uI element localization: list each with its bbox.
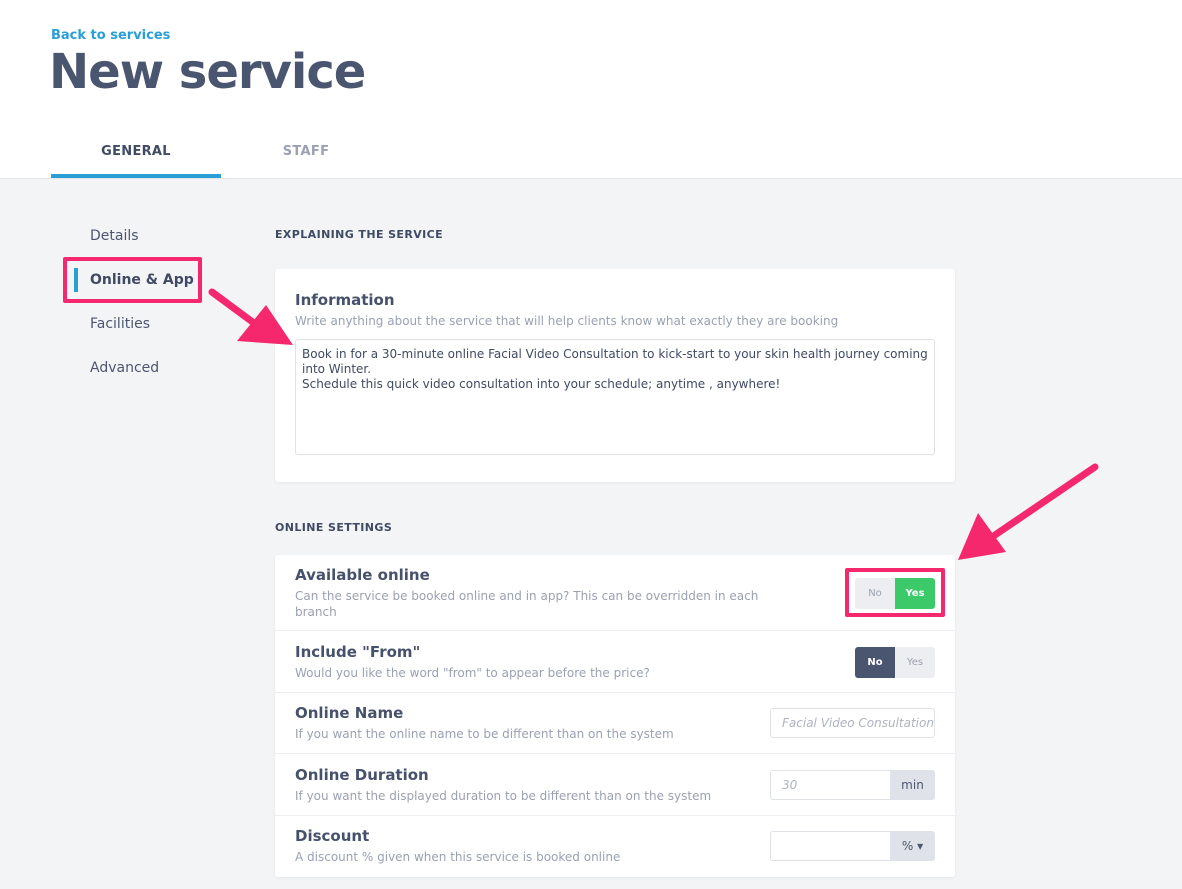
include-from-description: Would you like the word "from" to appear… [295, 666, 650, 680]
include-from-toggle[interactable]: No Yes [855, 647, 935, 678]
online-name-description: If you want the online name to be differ… [295, 727, 674, 741]
sidebar-item-advanced[interactable]: Advanced [90, 360, 159, 376]
highlight-box-available-toggle [845, 568, 945, 617]
available-online-title: Available online [295, 566, 430, 584]
row-divider [275, 815, 955, 816]
discount-unit-select[interactable]: % ▾ [890, 831, 935, 861]
discount-description: A discount % given when this service is … [295, 850, 621, 864]
online-duration-unit: min [890, 770, 935, 800]
arrow-to-toggle [958, 463, 1099, 560]
available-online-description: Can the service be booked online and in … [295, 589, 759, 619]
online-name-title: Online Name [295, 704, 404, 722]
online-duration-input[interactable]: 30 [770, 770, 890, 800]
information-title: Information [295, 291, 395, 309]
highlight-box-online-app [63, 257, 202, 303]
page-title: New service [49, 44, 366, 100]
information-card: Information Write anything about the ser… [275, 269, 955, 482]
tab-general[interactable]: GENERAL [51, 132, 221, 178]
back-to-services-link[interactable]: Back to services [51, 28, 170, 43]
sidebar-item-details[interactable]: Details [90, 228, 139, 244]
page-header: Back to services New service GENERAL STA… [0, 0, 1182, 179]
online-name-input[interactable]: Facial Video Consultation [770, 708, 935, 738]
include-from-no-option[interactable]: No [855, 647, 895, 678]
row-divider [275, 630, 955, 631]
online-duration-description: If you want the displayed duration to be… [295, 789, 712, 803]
discount-group: % ▾ [770, 831, 935, 861]
discount-input[interactable] [770, 831, 890, 861]
include-from-yes-option[interactable]: Yes [895, 647, 935, 678]
tab-staff[interactable]: STAFF [221, 132, 391, 178]
section-heading-online-settings: ONLINE SETTINGS [275, 521, 393, 534]
section-heading-explaining: EXPLAINING THE SERVICE [275, 228, 443, 241]
include-from-title: Include "From" [295, 643, 421, 661]
online-duration-group: 30 min [770, 770, 935, 800]
discount-title: Discount [295, 827, 370, 845]
information-textarea[interactable]: Book in for a 30-minute online Facial Vi… [295, 339, 935, 455]
row-divider [275, 753, 955, 754]
information-description: Write anything about the service that wi… [295, 314, 839, 328]
online-duration-title: Online Duration [295, 766, 429, 784]
sidebar-item-facilities[interactable]: Facilities [90, 316, 150, 332]
row-divider [275, 692, 955, 693]
